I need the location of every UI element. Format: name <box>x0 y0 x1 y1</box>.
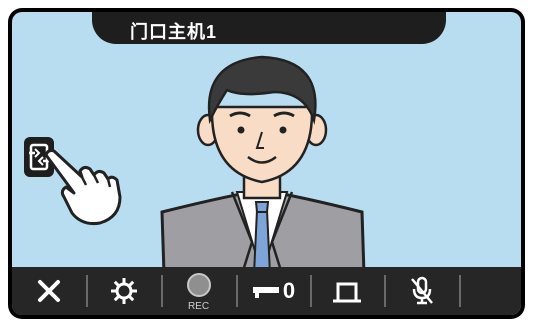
page-title: 门口主机1 <box>130 22 218 42</box>
control-toolbar: REC 0 <box>12 267 521 315</box>
close-icon <box>38 280 60 302</box>
record-label: REC <box>187 301 210 312</box>
mic-mute-icon <box>410 276 433 305</box>
option-button[interactable] <box>310 267 384 315</box>
record-button[interactable]: REC <box>161 267 236 315</box>
unlock-button[interactable]: 0 <box>236 267 310 315</box>
record-icon <box>186 273 211 297</box>
door-number: 0 <box>282 278 296 303</box>
pointing-hand-icon <box>44 149 122 225</box>
toolbar-spare <box>459 267 521 315</box>
camera-view: 门口主机1 REC 0 <box>12 12 521 315</box>
gear-icon <box>110 278 137 304</box>
mute-button[interactable] <box>384 267 459 315</box>
key-icon <box>252 287 279 298</box>
output-icon <box>333 282 361 303</box>
intercom-screen: 门口主机1 REC 0 <box>8 8 525 319</box>
end-call-button[interactable] <box>12 267 86 315</box>
settings-button[interactable] <box>86 267 161 315</box>
